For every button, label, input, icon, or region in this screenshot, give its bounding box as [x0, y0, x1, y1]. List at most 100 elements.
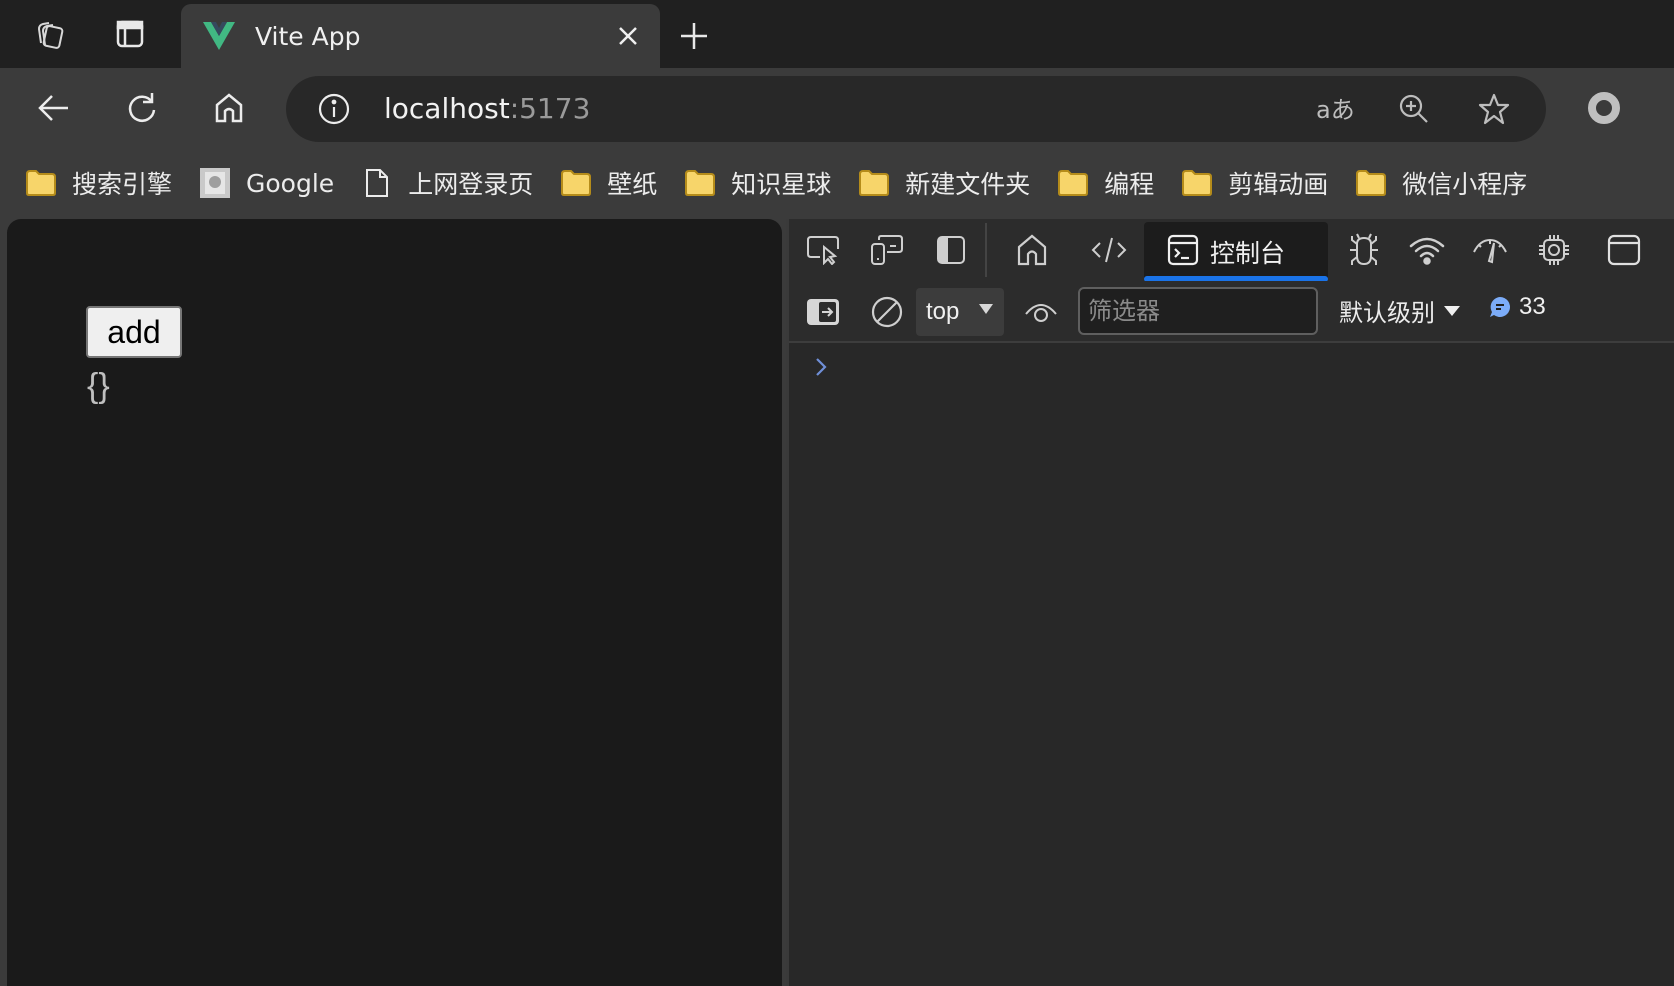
console-tab-label: 控制台 [1210, 239, 1286, 268]
bookmark-folder[interactable]: 新建文件夹 [857, 163, 1030, 203]
url-text[interactable]: localhost:5173 [384, 90, 590, 128]
bookmark-folder[interactable]: 微信小程序 [1354, 163, 1527, 203]
bookmark-label: 知识星球 [731, 170, 832, 199]
dock-side-icon [937, 236, 965, 264]
application-tab[interactable] [1604, 230, 1644, 270]
console-output[interactable] [789, 343, 1674, 986]
inspect-element-button[interactable] [803, 230, 843, 270]
log-level-label: 默认级别 [1339, 299, 1435, 327]
add-button[interactable]: add [86, 306, 182, 358]
bookmark-folder[interactable]: 知识星球 [683, 163, 831, 203]
memory-tab[interactable] [1534, 230, 1574, 270]
console-tab[interactable]: 控制台 [1144, 222, 1328, 282]
sources-bug-icon [1350, 233, 1378, 266]
application-window-icon [1607, 234, 1641, 266]
vertical-tabs-icon[interactable] [110, 14, 150, 54]
network-tab[interactable] [1407, 230, 1447, 270]
bookmark-label: 搜索引擎 [72, 170, 173, 199]
new-tab-button[interactable] [674, 16, 714, 56]
page-icon [360, 166, 394, 200]
url-port: :5173 [509, 92, 591, 125]
devtools-tab-bar: 控制台 [789, 219, 1674, 282]
zoom-button[interactable] [1394, 89, 1434, 129]
home-button[interactable] [207, 86, 251, 130]
console-toolbar: top 默认级别 33 [789, 281, 1674, 343]
message-count-badge[interactable]: 33 [1489, 293, 1546, 321]
code-brackets-icon [1091, 237, 1127, 263]
filter-input[interactable] [1078, 287, 1318, 335]
welcome-tab[interactable] [1012, 230, 1052, 270]
svg-text:aあ: aあ [1316, 96, 1355, 124]
browser-toolbar: localhost:5173 aあ [0, 68, 1674, 148]
memory-chip-icon [1539, 235, 1569, 265]
home-icon [215, 93, 243, 123]
folder-icon [1180, 166, 1214, 200]
inspect-element-icon [807, 236, 839, 265]
bookmarks-bar: 搜索引擎 Google 上网登录页 壁纸 知识星球 新建文件夹 编程 剪辑动画 … [0, 148, 1674, 218]
translate-icon: aあ [1316, 96, 1355, 124]
network-wifi-icon [1409, 237, 1445, 265]
translate-button[interactable]: aあ [1316, 89, 1356, 129]
devtools-panel: 控制台 top 筛选器 默认级别 33 [786, 219, 1674, 986]
message-bubble-icon [1490, 297, 1510, 317]
log-level-selector[interactable]: 默认级别 [1339, 293, 1461, 328]
url-host: localhost [384, 92, 510, 125]
show-sidebar-button[interactable] [803, 292, 843, 332]
workspaces-icon[interactable] [30, 14, 70, 54]
site-favicon-icon [198, 166, 232, 200]
bookmark-label: 壁纸 [607, 170, 658, 199]
console-prompt[interactable] [809, 351, 833, 383]
toolbar-divider [985, 223, 987, 277]
context-selector[interactable]: top [916, 288, 1004, 336]
bookmark-label: 微信小程序 [1402, 170, 1528, 199]
refresh-icon [128, 93, 156, 122]
favorite-button[interactable] [1474, 89, 1514, 129]
live-expression-button[interactable] [1021, 292, 1061, 332]
bookmark-label: 新建文件夹 [905, 170, 1031, 199]
sources-tab[interactable] [1344, 230, 1384, 270]
bookmark-label: 上网登录页 [408, 170, 534, 199]
folder-icon [1354, 166, 1388, 200]
message-count: 33 [1519, 293, 1546, 320]
tab-strip: Vite App [0, 0, 1674, 68]
bookmark-link[interactable]: Google [198, 163, 334, 203]
caret-down-icon [1444, 305, 1460, 316]
console-icon [1164, 231, 1202, 269]
clear-console-button[interactable] [867, 292, 907, 332]
dock-side-button[interactable] [931, 230, 971, 270]
device-emulation-button[interactable] [867, 230, 907, 270]
close-tab-button[interactable] [610, 18, 646, 54]
eye-icon [1025, 304, 1057, 322]
plus-icon [681, 23, 707, 49]
site-info-button[interactable] [316, 91, 352, 127]
folder-icon [24, 166, 58, 200]
show-sidebar-icon [807, 299, 839, 325]
bookmark-folder[interactable]: 搜索引擎 [24, 163, 172, 203]
folder-icon [1056, 166, 1090, 200]
page-viewport: add {} [7, 219, 782, 986]
profile-button[interactable] [1582, 86, 1626, 130]
zoom-in-icon [1399, 94, 1428, 123]
tab-title: Vite App [255, 21, 361, 51]
address-bar[interactable]: localhost:5173 aあ [286, 76, 1546, 142]
folder-icon [559, 166, 593, 200]
folder-icon [857, 166, 891, 200]
device-emulation-icon [871, 235, 903, 265]
caret-down-icon [979, 304, 993, 314]
back-arrow-icon [38, 95, 68, 121]
bookmark-label: Google [246, 168, 335, 198]
back-button[interactable] [32, 86, 76, 130]
browser-tab-active[interactable]: Vite App [181, 4, 660, 68]
elements-tab[interactable] [1089, 230, 1129, 270]
clear-console-icon [871, 296, 903, 328]
bookmark-link[interactable]: 上网登录页 [360, 163, 533, 203]
home-icon [1017, 234, 1047, 266]
bookmark-folder[interactable]: 壁纸 [559, 163, 657, 203]
bookmark-folder[interactable]: 编程 [1056, 163, 1154, 203]
context-label: top [926, 298, 960, 325]
bookmark-folder[interactable]: 剪辑动画 [1180, 163, 1328, 203]
performance-gauge-icon [1473, 238, 1507, 264]
refresh-button[interactable] [120, 86, 164, 130]
performance-tab[interactable] [1470, 230, 1510, 270]
output-text: {} [87, 367, 110, 405]
